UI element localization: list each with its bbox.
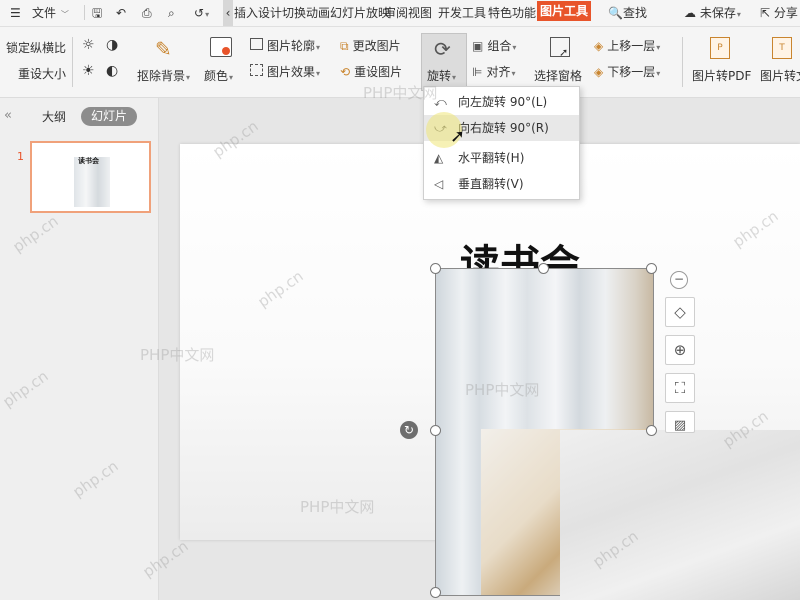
tab-design[interactable]: 设计: [258, 0, 282, 26]
send-backward-button[interactable]: ◈ 下移一层▾: [594, 63, 660, 80]
search-button[interactable]: 🔍查找: [608, 0, 647, 26]
picture-to-pdf-button[interactable]: P 图片转PDF: [690, 33, 752, 93]
layer-down-icon: ◈: [594, 65, 604, 79]
picture-outline-button[interactable]: 图片轮廓▾: [250, 37, 320, 54]
collapse-panel-icon[interactable]: «: [4, 108, 12, 123]
rotate-icon: ⟳: [434, 37, 451, 61]
crop-button[interactable]: ⛶: [665, 373, 695, 403]
slide-panel: « 大纲 幻灯片 1 读书会: [0, 98, 159, 600]
tab-animation[interactable]: 动画: [306, 0, 330, 26]
crop-icon: ⛶: [674, 379, 686, 397]
contrast-down-icon[interactable]: ◐: [106, 63, 118, 79]
flip-vertical-item[interactable]: ◁ 垂直翻转(V): [424, 171, 579, 197]
undo-icon[interactable]: ↺▾: [194, 0, 209, 26]
mouse-pointer-icon: ➚: [450, 126, 466, 147]
bring-forward-button[interactable]: ◈ 上移一层▾: [594, 37, 660, 54]
divider: [682, 37, 683, 87]
group-icon: ▣: [472, 39, 484, 53]
undo-history-icon[interactable]: ↶: [116, 0, 126, 26]
tab-features[interactable]: 特色功能: [488, 0, 536, 26]
reset-picture-button[interactable]: ⟲ 重设图片: [340, 63, 402, 80]
layers-button[interactable]: ◇: [665, 297, 695, 327]
resize-handle-bottom-left[interactable]: [430, 587, 441, 598]
tab-transition[interactable]: 切换: [282, 0, 306, 26]
print-icon[interactable]: ⎙: [142, 0, 152, 26]
magic-wand-icon: ✎: [155, 37, 172, 61]
share-icon: ⇱: [760, 6, 771, 20]
zoom-in-icon: ⊕: [673, 341, 687, 359]
watermark-text: PHP中文网: [300, 498, 375, 516]
lock-ratio-checkbox[interactable]: 锁定纵横比: [0, 39, 66, 56]
layer-up-icon: ◈: [594, 39, 604, 53]
zoom-button[interactable]: ⊕: [665, 335, 695, 365]
selection-pane-button[interactable]: ➚ 选择窗格: [534, 33, 588, 93]
resize-handle-top[interactable]: [538, 263, 549, 274]
reset-picture-icon: ⟲: [340, 65, 351, 79]
menu-bar: ☰ 文件 ﹀ 🖫 ↶ ⎙ ⌕ ↺▾ ‹ 插入 设计 切换 动画 幻灯片放映 审阅…: [0, 0, 800, 27]
picture-to-text-button[interactable]: T 图片转文字: [760, 33, 800, 93]
cloud-icon: ☁: [684, 6, 696, 20]
outline-icon: [250, 38, 263, 50]
tab-insert[interactable]: 插入: [234, 0, 258, 26]
resize-handle-top-left[interactable]: [430, 263, 441, 274]
share-button[interactable]: ⇱ 分享: [760, 0, 798, 26]
divider: [84, 5, 85, 20]
text-icon: T: [772, 37, 792, 59]
rotate-left-item[interactable]: ⤺ 向左旋转 90°(L): [424, 89, 579, 115]
align-button[interactable]: ⊫ 对齐▾: [472, 63, 515, 80]
picture-options-button[interactable]: ▨: [665, 411, 695, 433]
change-picture-button[interactable]: ⧉ 更改图片: [340, 37, 401, 54]
watermark-text: PHP中文网: [140, 346, 215, 364]
menu-icon[interactable]: ☰: [10, 0, 21, 26]
contrast-up-icon[interactable]: ◑: [106, 37, 118, 53]
print-preview-icon[interactable]: ⌕: [168, 0, 175, 26]
tab-outline[interactable]: 大纲: [42, 108, 66, 125]
tab-view[interactable]: 视图: [408, 0, 432, 26]
align-icon: ⊫: [472, 65, 483, 79]
chevron-left-icon[interactable]: ‹: [223, 0, 233, 26]
flip-vertical-icon: ◁: [434, 177, 444, 191]
slide-thumbnail[interactable]: 读书会: [30, 141, 151, 213]
tab-slideshow[interactable]: 幻灯片放映: [330, 0, 390, 26]
reset-size-button[interactable]: 重设大小: [0, 65, 66, 82]
color-button[interactable]: 颜色▾: [204, 33, 244, 93]
change-picture-icon: ⧉: [340, 39, 349, 53]
slide-number: 1: [17, 150, 24, 163]
rotate-handle-icon[interactable]: ↻: [400, 421, 418, 439]
menu-file[interactable]: 文件 ﹀: [32, 0, 69, 26]
remove-bg-button[interactable]: ✎ 抠除背景▾: [137, 33, 195, 93]
pdf-icon: P: [710, 37, 730, 59]
group-button[interactable]: ▣ 组合▾: [472, 37, 516, 54]
search-icon: 🔍: [608, 6, 623, 20]
divider: [72, 37, 73, 87]
tab-slides[interactable]: 幻灯片: [81, 107, 137, 126]
selection-pane-icon: ➚: [550, 37, 570, 59]
watermark-text: PHP中文网: [465, 381, 540, 399]
picture-color-icon: [210, 37, 232, 57]
brightness-down-icon[interactable]: ☀: [82, 63, 95, 79]
flip-horizontal-icon: ◭: [434, 151, 444, 165]
unsaved-button[interactable]: ☁ 未保存▾: [684, 0, 741, 26]
save-icon[interactable]: 🖫: [92, 0, 102, 26]
brightness-up-icon[interactable]: ☼: [82, 37, 95, 53]
thumbnail-title: 读书会: [78, 157, 99, 165]
picture-icon: ▨: [673, 418, 687, 433]
picture-overflow-area: [560, 430, 800, 600]
tab-developer[interactable]: 开发工具: [438, 0, 486, 26]
layers-icon: ◇: [674, 303, 686, 321]
flip-horizontal-item[interactable]: ◭ 水平翻转(H): [424, 145, 579, 171]
resize-handle-right[interactable]: [646, 425, 657, 436]
tab-review[interactable]: 审阅: [384, 0, 408, 26]
resize-handle-left[interactable]: [430, 425, 441, 436]
watermark-text: PHP中文网: [363, 84, 438, 102]
collapse-toolbar-icon[interactable]: −: [670, 271, 688, 289]
tab-picture-tools[interactable]: 图片工具: [537, 1, 592, 21]
picture-effects-button[interactable]: 图片效果▾: [250, 63, 320, 80]
effects-icon: [250, 64, 263, 76]
resize-handle-top-right[interactable]: [646, 263, 657, 274]
